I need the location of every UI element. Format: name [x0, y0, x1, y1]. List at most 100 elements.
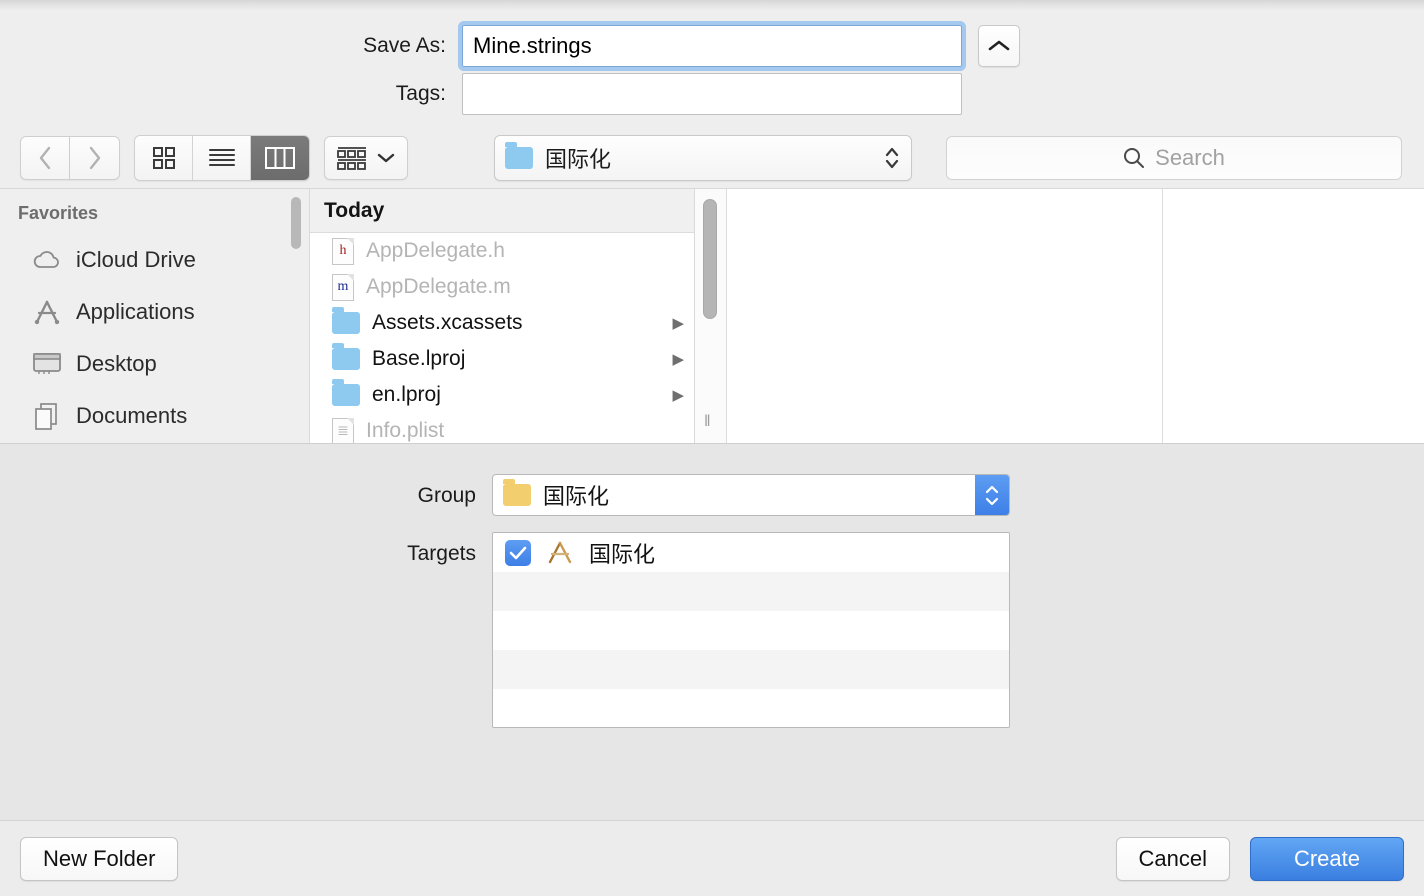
- expand-panel-button[interactable]: [978, 25, 1020, 67]
- triangle-right-icon: ▶: [672, 387, 684, 404]
- arrange-icon: [337, 147, 366, 170]
- file-column-scrollbar[interactable]: ‖: [695, 189, 727, 443]
- file-browser: Favorites iCloud Drive Applications Desk…: [0, 188, 1424, 443]
- save-as-input[interactable]: Mine.strings: [458, 21, 966, 71]
- create-button[interactable]: Create: [1250, 836, 1404, 881]
- folder-icon: [503, 479, 531, 506]
- h-file-icon: h: [332, 237, 354, 265]
- targets-table[interactable]: 国际化: [492, 532, 1010, 728]
- checkmark-icon: [509, 546, 527, 559]
- targets-label: Targets: [407, 542, 476, 565]
- back-button[interactable]: [20, 136, 70, 180]
- cancel-button[interactable]: Cancel: [1115, 836, 1230, 881]
- file-name: Assets.xcassets: [372, 311, 523, 334]
- target-checkbox[interactable]: [505, 539, 531, 566]
- save-as-value: Mine.strings: [473, 33, 592, 58]
- sidebar-item-desktop[interactable]: Desktop: [0, 338, 309, 390]
- sidebar-item-label: iCloud Drive: [76, 247, 196, 272]
- table-row[interactable]: 国际化: [493, 533, 1009, 572]
- table-row-empty: [493, 572, 1009, 611]
- cloud-icon: [33, 251, 59, 268]
- save-dialog: Save As: Mine.strings Tags: 国际化 Search F…: [0, 0, 1424, 896]
- targets-row: Targets 国际化: [0, 532, 1424, 728]
- save-as-row: Save As: Mine.strings: [0, 21, 1424, 71]
- chevron-up-icon: [988, 40, 1010, 51]
- nav-buttons: [20, 136, 120, 180]
- file-column: Today h AppDelegate.h m AppDelegate.m As…: [310, 189, 695, 443]
- applications-icon: [34, 300, 60, 325]
- folder-icon: [332, 307, 360, 334]
- list-item[interactable]: ≣ Info.plist: [310, 413, 694, 443]
- target-name: 国际化: [589, 541, 656, 567]
- sidebar-item-applications[interactable]: Applications: [0, 286, 309, 338]
- sidebar-item-label: Desktop: [76, 351, 157, 376]
- up-down-arrows-icon: [885, 147, 899, 169]
- list-item[interactable]: h AppDelegate.h: [310, 233, 694, 269]
- new-folder-button[interactable]: New Folder: [20, 836, 179, 881]
- xcode-target-icon: [548, 541, 572, 563]
- group-row: Group 国际化: [0, 474, 1424, 516]
- columns-icon: [265, 147, 295, 169]
- sidebar-item-label: Documents: [76, 403, 188, 428]
- sidebar-scrollbar[interactable]: [291, 197, 301, 249]
- sidebar-item-label: Applications: [76, 299, 195, 324]
- list-item[interactable]: en.lproj ▶: [310, 377, 694, 413]
- preview-column-1: [727, 189, 1163, 443]
- grid-icon: [152, 147, 175, 169]
- plist-file-icon: ≣: [332, 417, 354, 443]
- file-name: en.lproj: [372, 383, 441, 406]
- chevron-up-icon: [985, 485, 999, 493]
- group-stepper[interactable]: [975, 475, 1009, 515]
- forward-button[interactable]: [70, 136, 120, 180]
- documents-icon: [35, 403, 57, 430]
- preview-column-2: [1163, 189, 1424, 443]
- group-popup-button[interactable]: 国际化: [492, 474, 1010, 516]
- table-row-empty: [493, 611, 1009, 650]
- folder-icon: [332, 379, 360, 406]
- arrange-by-button[interactable]: [324, 136, 408, 180]
- group-label: Group: [417, 484, 476, 507]
- column-view-button[interactable]: [251, 136, 309, 180]
- view-mode-segmented-control: [134, 135, 310, 181]
- desktop-icon: [33, 353, 61, 374]
- save-as-label: Save As:: [363, 34, 446, 57]
- list-item[interactable]: Base.lproj ▶: [310, 341, 694, 377]
- location-label: 国际化: [545, 147, 612, 172]
- triangle-right-icon: ▶: [672, 351, 684, 368]
- chevron-down-icon: [985, 497, 999, 505]
- list-icon: [208, 149, 235, 166]
- table-row-empty: [493, 689, 1009, 727]
- list-item[interactable]: Assets.xcassets ▶: [310, 305, 694, 341]
- folder-icon: [505, 142, 533, 169]
- file-name: Base.lproj: [372, 347, 466, 370]
- triangle-right-icon: ▶: [672, 315, 684, 332]
- chevron-left-icon: [39, 146, 51, 170]
- dialog-footer: New Folder Cancel Create: [0, 820, 1424, 896]
- save-fields: Save As: Mine.strings Tags:: [0, 10, 1424, 128]
- m-file-icon: m: [332, 273, 354, 301]
- tags-row: Tags:: [0, 70, 1424, 118]
- scrollbar-thumb[interactable]: [703, 199, 717, 319]
- list-item[interactable]: m AppDelegate.m: [310, 269, 694, 305]
- location-popup-button[interactable]: 国际化: [494, 135, 912, 181]
- chevron-down-icon: [377, 153, 395, 163]
- group-value: 国际化: [543, 484, 610, 509]
- folder-icon: [332, 343, 360, 370]
- file-name: Info.plist: [366, 419, 445, 442]
- icon-view-button[interactable]: [135, 136, 193, 180]
- resize-grip-icon[interactable]: ‖: [704, 413, 712, 431]
- sidebar: Favorites iCloud Drive Applications Desk…: [0, 189, 310, 443]
- window-titlebar-edge: [0, 0, 1424, 10]
- search-icon: [1124, 148, 1145, 168]
- sidebar-item-documents[interactable]: Documents: [0, 390, 309, 442]
- list-view-button[interactable]: [193, 136, 251, 180]
- browser-toolbar: 国际化 Search: [0, 128, 1424, 188]
- sidebar-item-icloud-drive[interactable]: iCloud Drive: [0, 234, 309, 286]
- file-name: AppDelegate.m: [366, 275, 511, 298]
- file-name: AppDelegate.h: [366, 239, 505, 262]
- search-placeholder: Search: [1155, 145, 1225, 170]
- table-row-empty: [493, 650, 1009, 689]
- tags-input[interactable]: [462, 73, 962, 115]
- sidebar-header: Favorites: [18, 203, 99, 223]
- search-input[interactable]: Search: [946, 136, 1402, 180]
